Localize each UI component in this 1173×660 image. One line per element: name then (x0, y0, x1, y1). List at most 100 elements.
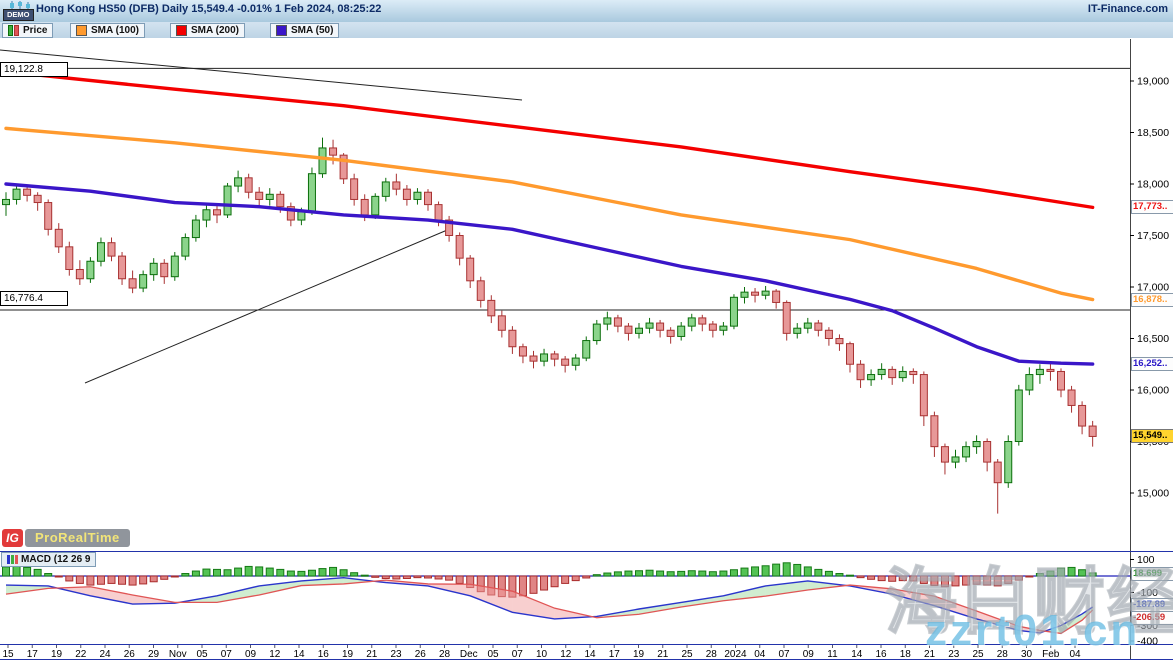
price-chart-canvas[interactable]: 19,50019,00018,50018,00017,50017,00016,5… (0, 38, 1173, 660)
x-axis-label: 04 (754, 649, 766, 660)
x-axis-label: 15 (2, 649, 14, 660)
brand-link[interactable]: IT-Finance.com (1088, 3, 1168, 15)
macd-histogram-bar (3, 567, 10, 576)
candle (899, 371, 906, 377)
legend-chip-sma200[interactable]: SMA (200) (170, 23, 245, 38)
candle (1089, 426, 1096, 436)
sma200-swatch-icon (176, 25, 187, 36)
candle (477, 281, 484, 301)
price-tick-label: 17,500 (1137, 230, 1169, 242)
x-axis-label: 29 (148, 649, 160, 660)
legend-sma200-label: SMA (200) (191, 25, 239, 36)
candle (783, 302, 790, 333)
x-axis-label: 05 (196, 649, 208, 660)
candle (330, 148, 337, 155)
macd-histogram-bar (446, 576, 453, 580)
macd-histogram-bar (129, 576, 136, 585)
macd-histogram-bar (762, 566, 769, 576)
macd-histogram-bar (45, 574, 52, 576)
candle (794, 328, 801, 333)
prorealtime-logo[interactable]: IG ProRealTime (2, 529, 130, 547)
candle (530, 356, 537, 361)
macd-histogram-bar (636, 571, 643, 576)
macd-histogram-bar (266, 568, 273, 576)
candle (13, 189, 20, 199)
candle (488, 300, 495, 315)
ig-logo: IG (2, 529, 23, 547)
macd-histogram-bar (541, 576, 548, 590)
macd-histogram-bar (224, 570, 231, 576)
macd-histogram-bar (899, 576, 906, 581)
macd-histogram-bar (815, 569, 822, 576)
macd-histogram-bar (836, 574, 843, 576)
macd-histogram-bar (678, 571, 685, 576)
macd-chip-label: MACD (12 26 9 (21, 554, 90, 565)
candle (171, 256, 178, 277)
macd-histogram-bar (361, 575, 368, 576)
candle (182, 238, 189, 257)
macd-histogram-bar (941, 576, 948, 587)
candle (393, 182, 400, 189)
price-tick-label: 15,000 (1137, 488, 1169, 500)
level-label-lower: 16,776.4 (0, 291, 68, 306)
macd-histogram-bar (910, 576, 917, 581)
candle (773, 291, 780, 302)
candle (467, 258, 474, 281)
macd-histogram-bar (1047, 571, 1054, 576)
candle (55, 229, 62, 247)
macd-histogram-bar (593, 575, 600, 576)
x-axis-label: 14 (584, 649, 596, 660)
macd-histogram-bar (108, 576, 115, 583)
macd-histogram-bar (256, 567, 263, 576)
macd-histogram-bar (562, 576, 569, 583)
candle (984, 442, 991, 463)
x-axis-label: 22 (75, 649, 87, 660)
macd-histogram-bar (192, 571, 199, 576)
macd-histogram-bar (572, 576, 579, 581)
candle (752, 292, 759, 295)
macd-histogram-bar (150, 576, 157, 582)
candle (150, 263, 157, 274)
candle (256, 192, 263, 199)
candle (414, 192, 421, 199)
candle (604, 318, 611, 324)
candle (889, 369, 896, 377)
sma50-line (6, 184, 1093, 364)
x-axis-label: Feb (1042, 649, 1060, 660)
x-axis-label: 24 (99, 649, 111, 660)
macd-histogram-bar (952, 576, 959, 586)
macd-histogram-bar (13, 566, 20, 576)
x-axis-label: 21 (924, 649, 936, 660)
macd-histogram-bar (973, 576, 980, 584)
macd-histogram-bar (24, 567, 31, 576)
candle (825, 330, 832, 338)
legend-chip-price[interactable]: Price (2, 23, 53, 38)
macd-histogram-bar (298, 571, 305, 576)
x-axis-label: 14 (851, 649, 863, 660)
candle (119, 256, 126, 279)
macd-histogram-bar (414, 576, 421, 578)
macd-histogram-bar (119, 576, 126, 584)
macd-histogram-bar (235, 568, 242, 576)
x-axis-label: 09 (245, 649, 257, 660)
candle (636, 328, 643, 333)
macd-histogram-bar (456, 576, 463, 583)
macd-histogram-bar (920, 576, 927, 583)
x-axis-label: 07 (512, 649, 524, 660)
candle (192, 220, 199, 238)
legend-chip-sma50[interactable]: SMA (50) (270, 23, 339, 38)
sma200-value-box: 17,773.. (1131, 200, 1173, 214)
candle (847, 344, 854, 365)
legend-chip-sma100[interactable]: SMA (100) (70, 23, 145, 38)
candle (1026, 375, 1033, 390)
candle (509, 330, 516, 346)
price-candle-icon (8, 25, 19, 36)
macd-histogram-bar (931, 576, 938, 586)
legend-sma50-label: SMA (50) (291, 25, 333, 36)
macd-indicator-chip[interactable]: MACD (12 26 9 (1, 552, 96, 567)
macd-histogram-bar (741, 568, 748, 576)
x-axis: 15171922242629Nov0507091214161921232628D… (2, 645, 1081, 660)
sma100-line (6, 128, 1093, 299)
macd-histogram-bar (773, 564, 780, 576)
candle (562, 359, 569, 365)
